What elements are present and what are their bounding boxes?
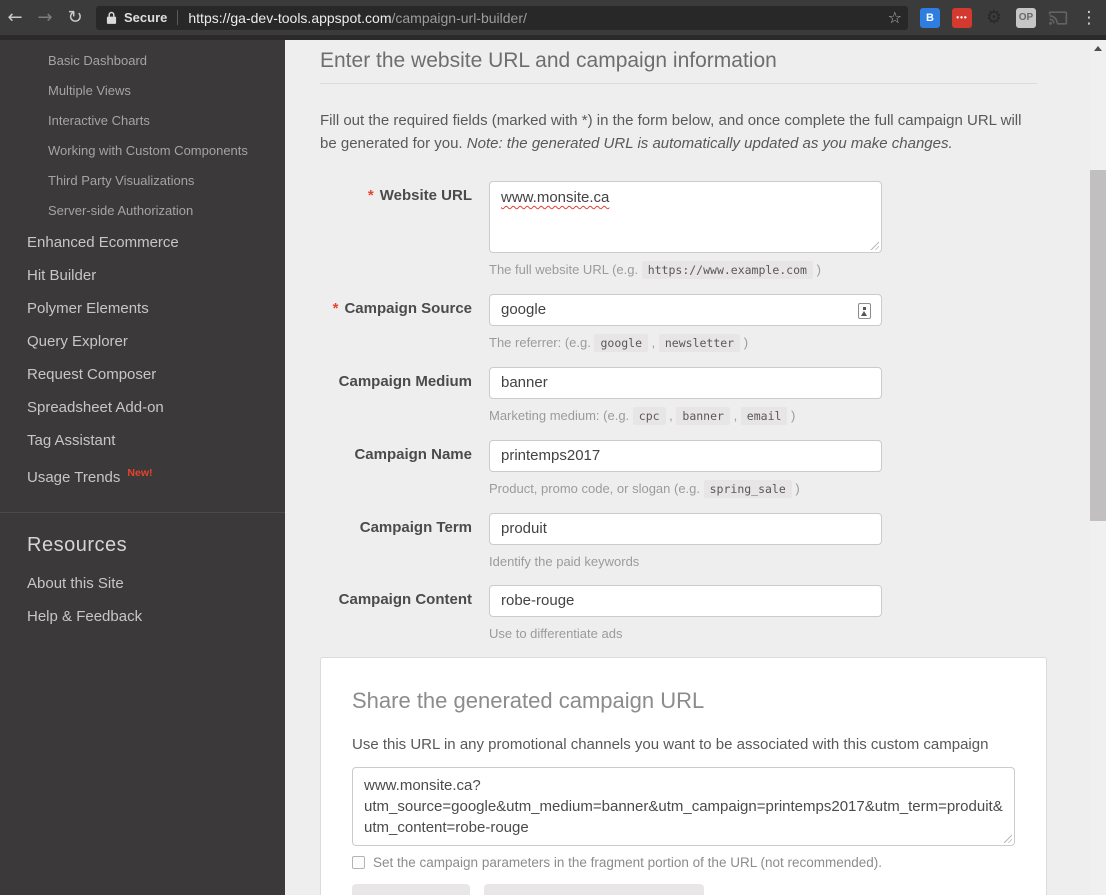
forward-icon[interactable]: → xyxy=(30,7,60,28)
sidebar-item-hit-builder[interactable]: Hit Builder xyxy=(0,259,285,292)
sidebar-item-usage-trends[interactable]: Usage TrendsNew! xyxy=(0,457,285,490)
sidebar-item-polymer-elements[interactable]: Polymer Elements xyxy=(0,292,285,325)
input-value: google xyxy=(501,295,546,325)
code-chip: email xyxy=(741,407,788,425)
input-value: printemps2017 xyxy=(501,441,600,471)
intro-text: Fill out the required fields (marked wit… xyxy=(320,110,1037,155)
resize-handle[interactable] xyxy=(869,240,879,250)
website-url-input[interactable]: www.monsite.ca xyxy=(489,181,882,253)
field-help: Identify the paid keywords xyxy=(489,553,882,570)
form-row-campaign-source: *Campaign SourcegoogleThe referrer: (e.g… xyxy=(320,294,1037,352)
input-value: robe-rouge xyxy=(501,586,574,616)
code-chip: newsletter xyxy=(659,334,740,352)
page-scrollbar[interactable] xyxy=(1090,40,1106,895)
form-row-campaign-name: Campaign Name printemps2017 Product, promo… xyxy=(320,440,1037,498)
sidebar-item-enhanced-ecommerce[interactable]: Enhanced Ecommerce xyxy=(0,226,285,259)
fragment-checkbox[interactable] xyxy=(352,856,365,869)
sidebar-resources-list: About this SiteHelp & Feedback xyxy=(0,567,285,633)
sidebar-subitem-working-with-custom-components[interactable]: Working with Custom Components xyxy=(0,136,285,166)
sidebar-item-tag-assistant[interactable]: Tag Assistant xyxy=(0,424,285,457)
campaign-term-input[interactable]: produit xyxy=(489,513,882,545)
sidebar: Basic DashboardMultiple ViewsInteractive… xyxy=(0,40,285,895)
security-label: Secure xyxy=(124,10,167,25)
generated-url-input[interactable]: www.monsite.ca?​utm_source=google&utm_me… xyxy=(352,767,1015,846)
field-label: Campaign Term xyxy=(320,513,472,570)
op-extension-icon[interactable]: OP xyxy=(1016,8,1036,28)
campaign-form: *Website URL www.monsite.ca The full websi… xyxy=(320,181,1037,642)
campaign-content-input[interactable]: robe-rouge xyxy=(489,585,882,617)
required-asterisk: * xyxy=(368,187,374,204)
bookmark-star-icon[interactable]: ☆ xyxy=(888,8,902,27)
field-help: Marketing medium: (e.g. cpc , banner , e… xyxy=(489,407,882,425)
address-separator xyxy=(177,10,178,25)
blue-extension-icon[interactable]: B xyxy=(920,8,940,28)
generated-url-text: www.monsite.ca?​utm_source=google&utm_me… xyxy=(364,777,1003,836)
form-row-website-url: *Website URL www.monsite.ca The full websi… xyxy=(320,181,1037,279)
red-extension-icon[interactable]: ••• xyxy=(952,8,972,28)
sidebar-item-request-composer[interactable]: Request Composer xyxy=(0,358,285,391)
resources-heading: Resources xyxy=(0,531,285,559)
form-row-campaign-content: Campaign Content robe-rouge Use to differe… xyxy=(320,585,1037,642)
sidebar-item-query-explorer[interactable]: Query Explorer xyxy=(0,325,285,358)
fragment-option-row: Set the campaign parameters in the fragm… xyxy=(352,854,1015,872)
field-label: Campaign Name xyxy=(320,440,472,498)
reload-icon[interactable]: ↻ xyxy=(60,7,90,28)
sidebar-item-help-feedback[interactable]: Help & Feedback xyxy=(0,600,285,633)
field-label: *Website URL xyxy=(320,181,472,279)
share-subtitle: Use this URL in any promotional channels… xyxy=(352,736,1015,753)
code-chip: cpc xyxy=(633,407,666,425)
copy-url-button[interactable] xyxy=(352,884,470,895)
field-help: Product, promo code, or slogan (e.g. spr… xyxy=(489,480,882,498)
browser-toolbar: ← → ↻ Secure https://ga-dev-tools.appspo… xyxy=(0,0,1106,35)
code-chip: spring_sale xyxy=(704,480,792,498)
share-buttons-row xyxy=(352,884,1015,895)
campaign-name-input[interactable]: printemps2017 xyxy=(489,440,882,472)
share-card: Share the generated campaign URL Use thi… xyxy=(320,657,1047,895)
share-title: Share the generated campaign URL xyxy=(352,686,1015,716)
autofill-icon[interactable] xyxy=(858,303,871,319)
campaign-medium-input[interactable]: banner xyxy=(489,367,882,399)
campaign-source-input[interactable]: google xyxy=(489,294,882,326)
address-bar[interactable]: Secure https://ga-dev-tools.appspot.com/… xyxy=(96,6,908,30)
form-row-campaign-medium: Campaign MediumbannerMarketing medium: (… xyxy=(320,367,1037,425)
new-badge: New! xyxy=(127,467,152,479)
field-label: Campaign Content xyxy=(320,585,472,642)
field-help: Use to differentiate ads xyxy=(489,625,882,642)
code-chip: google xyxy=(594,334,648,352)
sidebar-subitem-multiple-views[interactable]: Multiple Views xyxy=(0,76,285,106)
input-value: www.monsite.ca xyxy=(501,189,609,206)
fragment-checkbox-label: Set the campaign parameters in the fragm… xyxy=(373,854,882,872)
scroll-up-arrow[interactable] xyxy=(1094,46,1102,51)
input-value: produit xyxy=(501,514,547,544)
resize-handle[interactable] xyxy=(1002,833,1012,843)
field-label: *Campaign Source xyxy=(320,294,472,352)
sidebar-item-about-this-site[interactable]: About this Site xyxy=(0,567,285,600)
field-help: The referrer: (e.g. google , newsletter … xyxy=(489,334,882,352)
gear-extension-icon[interactable]: ⚙ xyxy=(984,8,1004,28)
page-title: Enter the website URL and campaign infor… xyxy=(320,48,1037,84)
shorten-url-button[interactable] xyxy=(484,884,704,895)
required-asterisk: * xyxy=(333,300,339,317)
sidebar-item-spreadsheet-add-on[interactable]: Spreadsheet Add-on xyxy=(0,391,285,424)
main-content: Enter the website URL and campaign infor… xyxy=(285,40,1090,895)
code-chip: https://www.example.com xyxy=(642,261,813,279)
field-help: The full website URL (e.g. https://www.e… xyxy=(489,261,882,279)
back-icon[interactable]: ← xyxy=(0,7,30,28)
url-text: https://ga-dev-tools.appspot.com/campaig… xyxy=(188,10,879,26)
form-row-campaign-term: Campaign Term produit Identify the paid ke… xyxy=(320,513,1037,570)
input-value: banner xyxy=(501,368,548,398)
sidebar-main-list: Enhanced EcommerceHit BuilderPolymer Ele… xyxy=(0,226,285,490)
lock-icon xyxy=(106,10,117,25)
sidebar-subitem-basic-dashboard[interactable]: Basic Dashboard xyxy=(0,46,285,76)
cast-icon[interactable] xyxy=(1048,8,1068,28)
sidebar-demo-sublist: Basic DashboardMultiple ViewsInteractive… xyxy=(0,46,285,226)
code-chip: banner xyxy=(676,407,730,425)
scrollbar-thumb[interactable] xyxy=(1090,170,1106,521)
sidebar-divider xyxy=(0,512,285,513)
browser-menu-icon[interactable]: ⋮ xyxy=(1076,8,1102,28)
field-label: Campaign Medium xyxy=(320,367,472,425)
sidebar-subitem-third-party-visualizations[interactable]: Third Party Visualizations xyxy=(0,166,285,196)
sidebar-subitem-interactive-charts[interactable]: Interactive Charts xyxy=(0,106,285,136)
sidebar-subitem-server-side-authorization[interactable]: Server-side Authorization xyxy=(0,196,285,226)
